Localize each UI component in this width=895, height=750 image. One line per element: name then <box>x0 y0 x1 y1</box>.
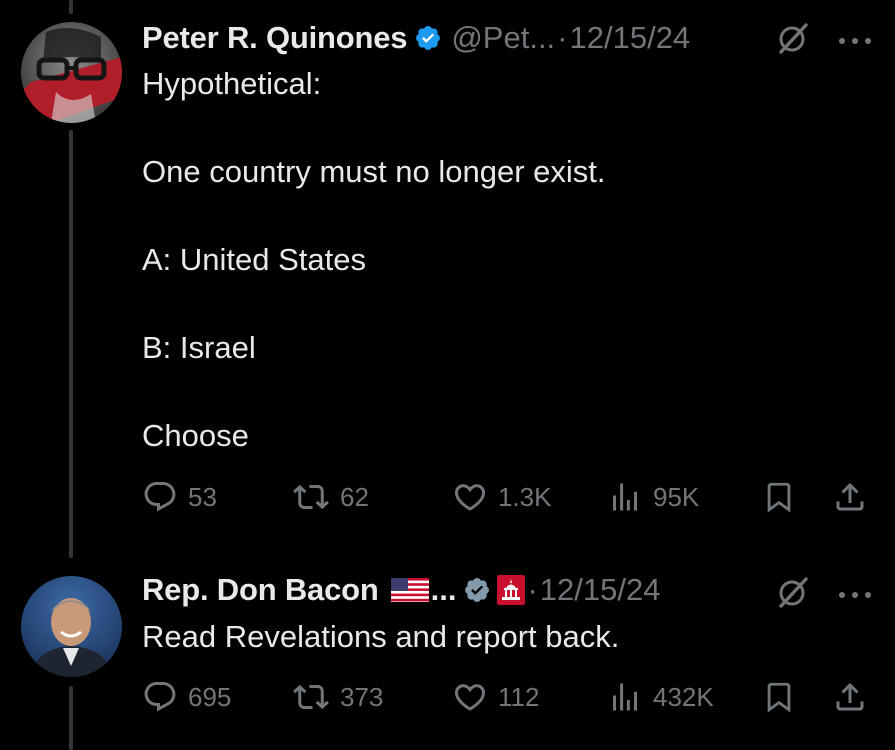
tweet-text: Read Revelations and report back. <box>142 615 619 659</box>
like-button[interactable]: 1.3K <box>452 477 552 517</box>
repost-count: 373 <box>340 681 384 712</box>
bookmark-icon <box>767 682 791 713</box>
views-count: 432K <box>653 681 714 712</box>
tweet-header: Peter R. Quinones @Pet... · 12/15/24 <box>142 18 875 58</box>
like-button[interactable]: 112 <box>452 677 539 717</box>
share-button[interactable] <box>832 677 868 717</box>
comment-icon <box>144 682 176 712</box>
timestamp[interactable]: 12/15/24 <box>570 20 691 56</box>
comment-icon <box>144 482 176 512</box>
views-button[interactable]: 95K <box>607 477 699 517</box>
author-handle[interactable]: @Pet... <box>451 20 555 56</box>
tweet-text-line: B: Israel <box>142 330 256 365</box>
tweet-text-line: Hypothetical: <box>142 66 322 101</box>
heart-icon <box>454 484 486 511</box>
repost-button[interactable]: 62 <box>292 477 369 517</box>
avatar-image <box>21 22 122 123</box>
repost-icon <box>293 484 329 510</box>
us-flag-icon <box>390 578 429 602</box>
thread-line-bottom <box>69 686 73 750</box>
avatar[interactable] <box>21 22 122 123</box>
more-icon[interactable] <box>836 587 874 598</box>
tweet-text-line: Choose <box>142 418 249 453</box>
grok-icon[interactable] <box>776 575 810 609</box>
tweet-text: Hypothetical: One country must no longer… <box>142 62 606 458</box>
views-bar-icon <box>613 483 637 511</box>
views-count: 95K <box>653 481 700 512</box>
us-capitol-badge-icon[interactable] <box>497 575 526 605</box>
reply-count: 53 <box>188 481 217 512</box>
verified-badge-icon[interactable] <box>463 576 491 604</box>
separator-dot: · <box>557 20 568 55</box>
tweet-actions: 53 62 1.3K 95K <box>142 477 872 517</box>
tweet-text-line: A: United States <box>142 242 367 277</box>
reply-button[interactable]: 695 <box>142 677 231 717</box>
thread-line-top <box>69 0 73 14</box>
tweet-text-blank <box>142 370 606 414</box>
tweet-text-line: Read Revelations and report back. <box>142 619 620 654</box>
repost-icon <box>293 684 329 710</box>
verified-badge-icon[interactable] <box>414 24 442 52</box>
repost-button[interactable]: 373 <box>292 677 383 717</box>
tweet-text-line: One country must no longer exist. <box>142 154 606 189</box>
grok-icon[interactable] <box>776 21 810 55</box>
tweet-text-blank <box>142 282 606 326</box>
timestamp[interactable]: 12/15/24 <box>540 572 661 608</box>
heart-icon <box>454 684 486 711</box>
thread-line-connector <box>69 130 73 558</box>
tweet-actions: 695 373 112 432K <box>142 677 872 717</box>
avatar-image <box>21 576 122 677</box>
separator-dot: · <box>527 572 538 607</box>
reply-count: 695 <box>188 681 232 712</box>
tweet-header: Rep. Don Bacon ... · 12/15/24 <box>142 570 875 610</box>
share-button[interactable] <box>832 477 868 517</box>
bookmark-icon <box>767 482 791 513</box>
share-icon <box>836 482 864 511</box>
avatar[interactable] <box>21 576 122 677</box>
tweet-text-blank <box>142 106 606 150</box>
more-icon[interactable] <box>836 33 874 44</box>
bookmark-button[interactable] <box>762 677 796 717</box>
views-button[interactable]: 432K <box>607 677 714 717</box>
like-count: 1.3K <box>498 481 552 512</box>
tweet-text-blank <box>142 194 606 238</box>
repost-count: 62 <box>340 481 369 512</box>
author-name[interactable]: Rep. Don Bacon <box>142 572 379 608</box>
author-name[interactable]: Peter R. Quinones <box>142 20 408 56</box>
bookmark-button[interactable] <box>762 477 796 517</box>
share-icon <box>836 682 864 711</box>
name-truncation: ... <box>430 572 457 607</box>
views-bar-icon <box>613 683 637 711</box>
reply-button[interactable]: 53 <box>142 477 217 517</box>
like-count: 112 <box>498 681 540 712</box>
